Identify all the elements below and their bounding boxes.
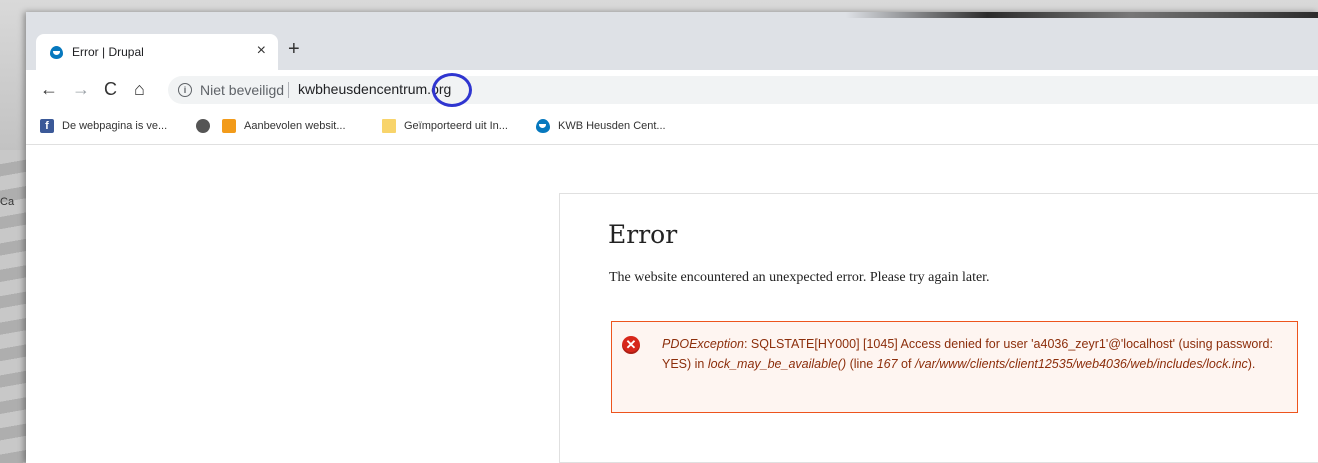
url-text[interactable]: kwbheusdencentrum.org bbox=[298, 81, 451, 97]
new-tab-button[interactable]: + bbox=[288, 39, 300, 59]
tab-close-icon[interactable]: × bbox=[257, 42, 266, 60]
browser-toolbar: ← → C ⌂ i Niet beveiligd kwbheusdencentr… bbox=[26, 70, 1318, 110]
forward-button[interactable]: → bbox=[72, 79, 90, 99]
folder-icon bbox=[382, 119, 396, 133]
drupal-icon bbox=[50, 45, 63, 59]
globe-icon bbox=[196, 119, 210, 133]
drupal-icon bbox=[536, 119, 550, 133]
bookmark-label: KWB Heusden Cent... bbox=[558, 120, 666, 132]
home-button[interactable]: ⌂ bbox=[134, 79, 145, 99]
error-icon: ✕ bbox=[622, 336, 640, 354]
bookmarks-bar: f De webpagina is ve... Aanbevolen websi… bbox=[26, 110, 1318, 145]
file-path: /var/www/clients/client12535/web4036/web… bbox=[914, 357, 1248, 371]
bookmark-item[interactable]: Aanbevolen websit... bbox=[222, 119, 346, 133]
backdrop-label: Ca bbox=[0, 196, 15, 208]
tab-error-drupal[interactable]: Error | Drupal × bbox=[36, 34, 278, 70]
line-number: 167 bbox=[876, 357, 898, 371]
address-separator bbox=[288, 82, 289, 98]
bookmark-item[interactable]: Geïmporteerd uit In... bbox=[382, 119, 508, 133]
tab-strip-decoration bbox=[846, 12, 1318, 18]
error-text-part: (line bbox=[846, 357, 877, 371]
security-label[interactable]: Niet beveiligd bbox=[200, 82, 284, 98]
bookmark-label: De webpagina is ve... bbox=[62, 120, 168, 132]
function-name: lock_may_be_available() bbox=[707, 357, 847, 371]
bookmark-item[interactable]: KWB Heusden Cent... bbox=[536, 119, 666, 133]
error-card: Error The website encountered an unexpec… bbox=[559, 193, 1318, 463]
bookmark-item[interactable]: f De webpagina is ve... bbox=[40, 119, 167, 133]
error-message-text: PDOException: SQLSTATE[HY000] [1045] Acc… bbox=[662, 334, 1288, 374]
info-icon[interactable]: i bbox=[178, 83, 192, 97]
tab-strip: Error | Drupal × + bbox=[26, 12, 1318, 70]
exception-name: PDOException bbox=[662, 337, 744, 351]
reload-button[interactable]: C bbox=[104, 79, 117, 99]
address-bar[interactable]: i Niet beveiligd kwbheusdencentrum.org bbox=[168, 73, 1318, 107]
bookmark-label: Aanbevolen websit... bbox=[244, 120, 346, 132]
error-message-box: ✕ PDOException: SQLSTATE[HY000] [1045] A… bbox=[611, 321, 1298, 413]
error-text-part: of bbox=[897, 357, 915, 371]
page-content: Error The website encountered an unexpec… bbox=[26, 145, 1318, 463]
bookmark-label: Geïmporteerd uit In... bbox=[404, 120, 508, 132]
browser-window: Error | Drupal × + ← → C ⌂ i Niet beveil… bbox=[26, 12, 1318, 463]
page-title: Error bbox=[608, 220, 678, 249]
annotation-circle bbox=[432, 73, 472, 107]
error-text-part: ). bbox=[1247, 357, 1256, 371]
facebook-icon: f bbox=[40, 119, 54, 133]
lightbulb-icon bbox=[222, 119, 236, 133]
bookmark-item[interactable] bbox=[196, 119, 218, 133]
back-button[interactable]: ← bbox=[40, 79, 58, 99]
error-description: The website encountered an unexpected er… bbox=[609, 270, 990, 285]
tab-title: Error | Drupal bbox=[72, 45, 144, 59]
